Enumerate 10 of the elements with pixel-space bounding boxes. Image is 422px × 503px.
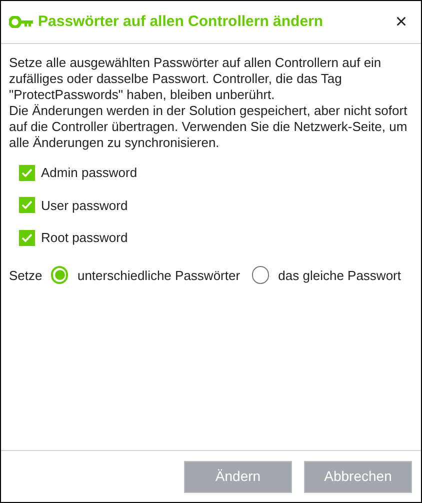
- close-button[interactable]: ×: [395, 12, 407, 32]
- checkbox-label: Admin password: [41, 164, 138, 182]
- mode-label: Setze: [9, 266, 42, 284]
- radio-label: unterschiedliche Passwörter: [77, 266, 240, 284]
- window-title: Passwörter auf allen Controllern ändern: [38, 12, 324, 32]
- radio-label: das gleiche Passwort: [278, 266, 401, 285]
- description-text: Die Änderungen werden in der Solution gespeichert, aber nicht sofort auf die Controller übertragen. Verwenden Sie die Netzwerk-Seite, um alle Änderungen zu synchronisieren.: [9, 103, 408, 151]
- description-text: Setze alle ausgewählten Passwörter auf allen Controllern auf ein zufälliges oder dasselbe Passwort. Controller, die das Tag "ProtectPasswords" haben, bleiben unberührt.: [9, 55, 382, 103]
- checkbox-label: Root password: [41, 229, 128, 247]
- checkbox-label: User password: [41, 196, 128, 215]
